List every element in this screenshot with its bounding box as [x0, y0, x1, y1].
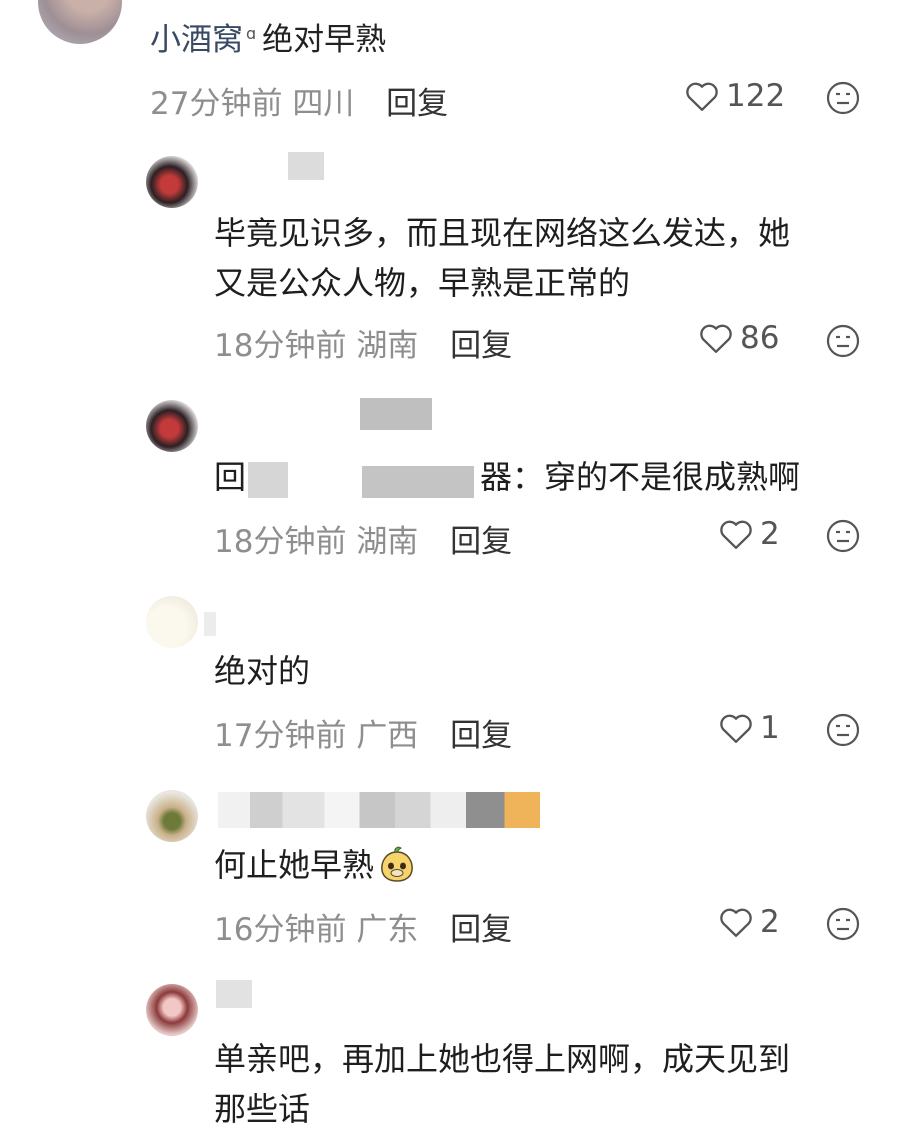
comment-meta: 18分钟前 湖南 回复 — [214, 320, 512, 365]
like-button[interactable]: 2 — [718, 516, 780, 552]
comment-text-line: 毕竟见识多，而且现在网络这么发达，她 — [214, 214, 791, 252]
author-badge-icon: ɑ — [246, 23, 257, 43]
like-count: 86 — [740, 320, 780, 356]
comment-time: 16分钟前 — [214, 912, 347, 948]
like-count: 2 — [760, 516, 780, 552]
comment-time: 17分钟前 — [214, 718, 347, 754]
like-count: 1 — [760, 710, 780, 746]
username-blurred[interactable] — [360, 398, 432, 430]
like-button[interactable]: 86 — [698, 320, 779, 356]
like-button[interactable]: 1 — [718, 710, 780, 746]
avatar[interactable] — [146, 156, 198, 208]
comment-time: 18分钟前 — [214, 328, 347, 364]
comment-location: 湖南 — [356, 328, 419, 364]
comment-location: 广东 — [356, 912, 419, 948]
comment-location: 四川 — [292, 86, 355, 122]
like-button[interactable]: 2 — [718, 904, 780, 940]
comment-text: 回 — [214, 452, 246, 502]
avatar[interactable] — [146, 790, 198, 842]
neutral-face-icon[interactable] — [826, 907, 860, 941]
reply-button[interactable]: 回复 — [450, 912, 512, 948]
comment-text: 何止她早熟 — [214, 840, 416, 890]
comment-text-start: 回 — [214, 458, 247, 496]
heart-outline-icon — [700, 324, 732, 353]
reply-button[interactable]: 回复 — [450, 328, 512, 364]
comment-text-body: 何止她早熟 — [214, 846, 375, 884]
comment-text: 单亲吧，再加上她也得上网啊，成天见到 那些话 — [214, 1034, 790, 1134]
neutral-face-icon[interactable] — [826, 519, 860, 553]
reply-button[interactable]: 回复 — [450, 524, 512, 560]
heart-outline-icon — [720, 908, 752, 937]
comment-time: 27分钟前 — [150, 86, 283, 122]
like-count: 122 — [726, 78, 786, 114]
comment-meta: 18分钟前 湖南 回复 — [214, 516, 512, 561]
comment-text-line: 又是公众人物，早熟是正常的 — [214, 264, 631, 302]
comment-text-line: 那些话 — [214, 1090, 311, 1128]
comment-text: 绝对早熟 — [262, 22, 387, 58]
heart-outline-icon — [720, 520, 752, 549]
author-name[interactable]: 小酒窝 — [150, 22, 243, 58]
username-blurred[interactable] — [218, 792, 540, 828]
mango-sticker-icon — [381, 846, 413, 882]
avatar[interactable] — [146, 596, 198, 648]
comment-location: 湖南 — [356, 524, 419, 560]
mention-blurred — [248, 462, 288, 498]
like-count: 2 — [760, 904, 780, 940]
neutral-face-icon[interactable] — [826, 81, 860, 115]
reply-button[interactable]: 回复 — [450, 718, 512, 754]
heart-outline-icon — [686, 82, 718, 111]
username-blurred[interactable] — [216, 980, 252, 1008]
comment-meta: 16分钟前 广东 回复 — [214, 904, 512, 949]
heart-outline-icon — [720, 714, 752, 743]
comment-meta: 27分钟前 四川 回复 — [150, 78, 448, 123]
mention-blurred — [362, 466, 474, 498]
comment-time: 18分钟前 — [214, 524, 347, 560]
comment-text: 毕竟见识多，而且现在网络这么发达，她 又是公众人物，早熟是正常的 — [214, 208, 790, 308]
neutral-face-icon[interactable] — [826, 324, 860, 358]
like-button[interactable]: 122 — [684, 78, 785, 114]
neutral-face-icon[interactable] — [826, 713, 860, 747]
avatar[interactable] — [38, 0, 122, 44]
comment-text: 绝对的 — [214, 652, 311, 690]
avatar[interactable] — [146, 400, 198, 452]
avatar[interactable] — [146, 984, 198, 1036]
comment-location: 广西 — [356, 718, 419, 754]
username-blurred[interactable] — [204, 612, 216, 636]
comment-author-line: 小酒窝 ɑ 绝对早熟 — [150, 14, 386, 59]
comment-text: 器：穿的不是很成熟啊 — [480, 458, 801, 496]
comment-text-line: 单亲吧，再加上她也得上网啊，成天见到 — [214, 1040, 791, 1078]
username-blurred[interactable] — [288, 152, 324, 180]
comment-meta: 17分钟前 广西 回复 — [214, 710, 512, 755]
reply-button[interactable]: 回复 — [386, 86, 448, 122]
